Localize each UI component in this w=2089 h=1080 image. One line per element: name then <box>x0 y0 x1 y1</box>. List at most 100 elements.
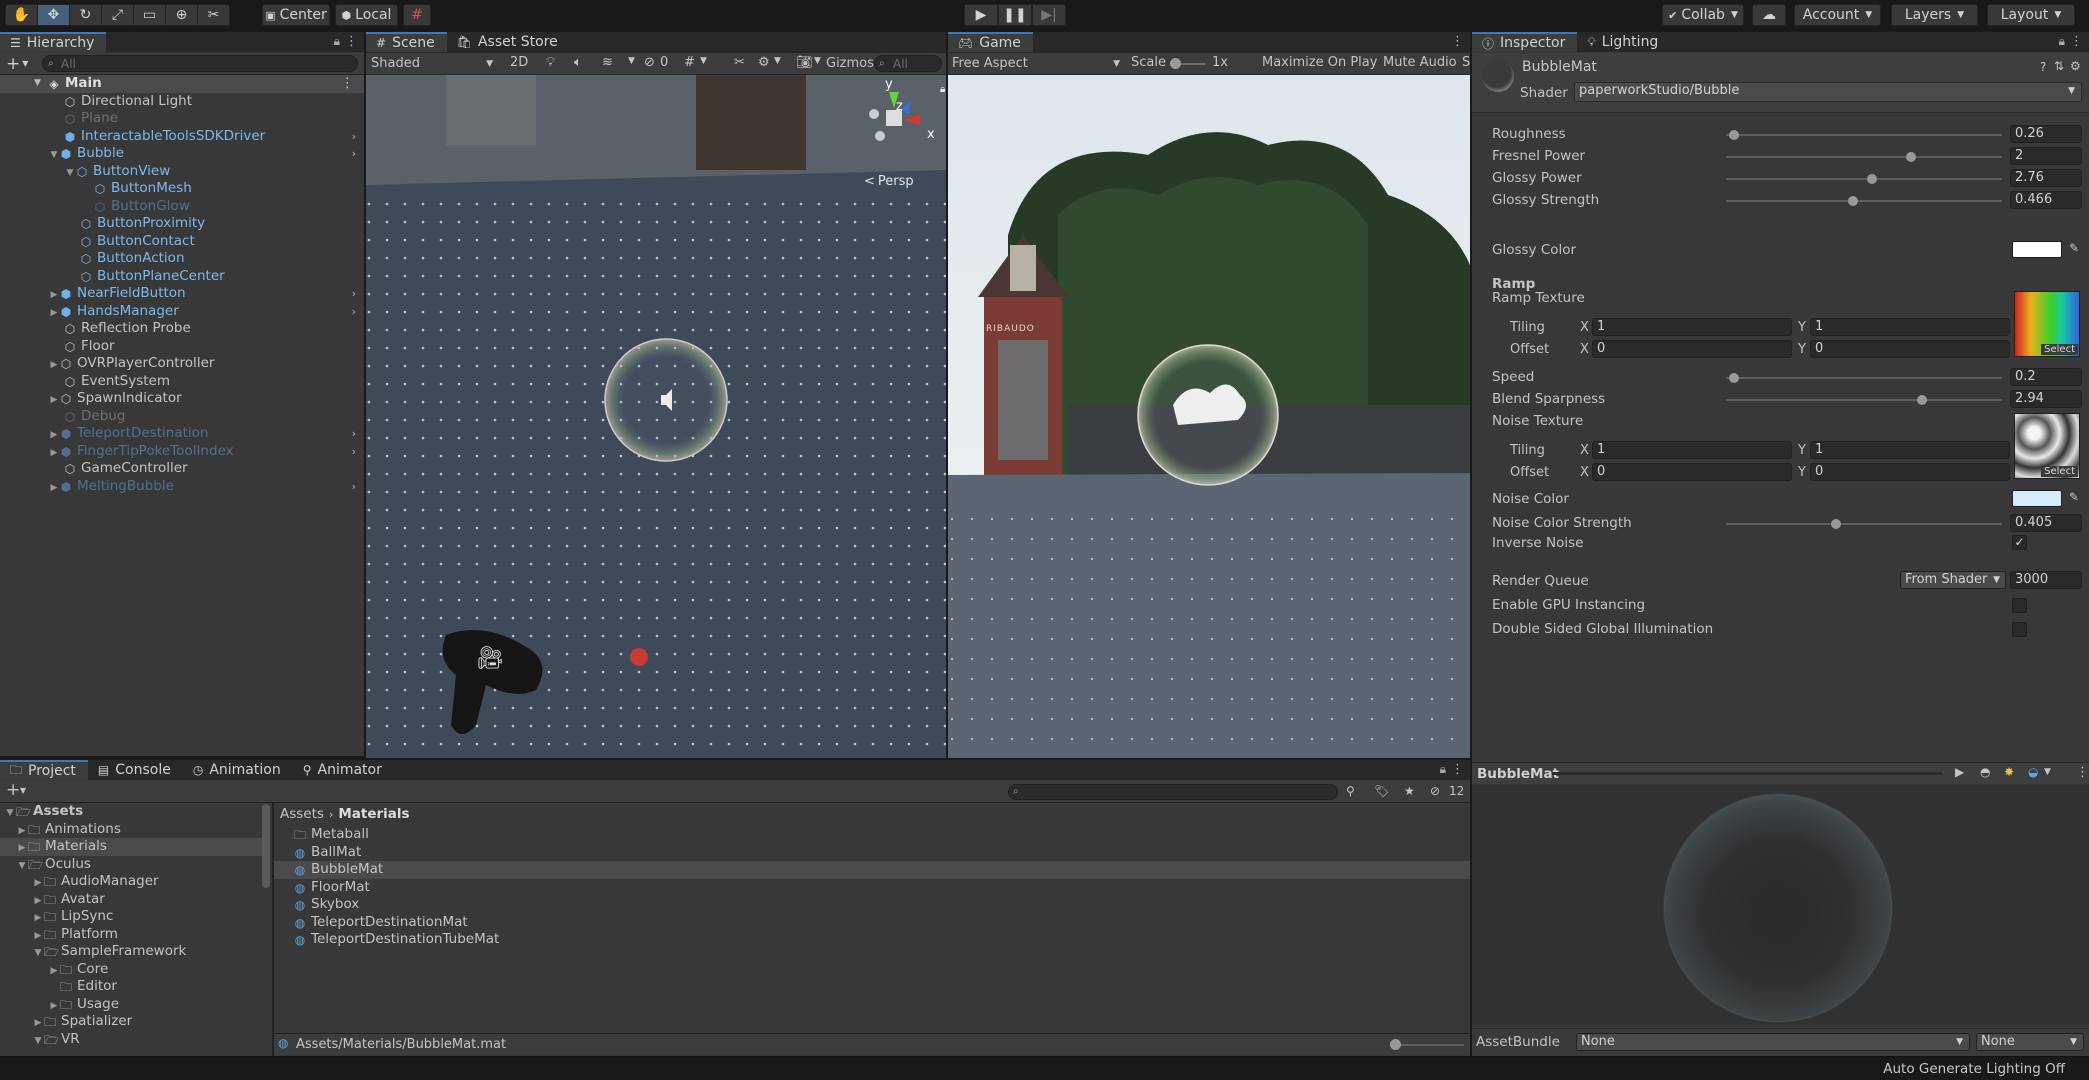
tree-item[interactable]: ⬡ Floor <box>0 338 364 356</box>
tree-item[interactable]: ⬡ EventSystem <box>0 373 364 391</box>
hand-tool-icon[interactable]: ✋ <box>5 4 38 26</box>
tree-item[interactable]: ▼ ⬢ Bubble › <box>0 145 364 163</box>
list-item[interactable]: ◍ TeleportDestinationMat <box>274 914 1470 932</box>
eyedropper-icon[interactable]: ✎ <box>2069 490 2079 504</box>
chevron-down-icon[interactable]: ▼ <box>628 56 635 66</box>
tab-lighting[interactable]: 💡︎ Lighting <box>1577 32 1671 52</box>
tree-item[interactable]: ⬢ InteractableToolsSDKDriver › <box>0 128 364 146</box>
lighting-bulb-icon[interactable]: 💡︎ <box>546 55 555 70</box>
chevron-right-icon[interactable]: › <box>352 443 356 461</box>
tab-console[interactable]: ▤ Console <box>87 760 183 780</box>
chevron-right-icon[interactable]: › <box>352 478 356 496</box>
folder-row[interactable]: ▶ 🗀 AudioManager <box>0 873 262 891</box>
layout-dropdown[interactable]: Layout ▼ <box>1987 4 2075 26</box>
folder-tree-scrollbar[interactable] <box>262 804 270 888</box>
move-tool-icon[interactable]: ✥ <box>37 4 70 26</box>
slider-track[interactable] <box>1726 399 2002 401</box>
property-value-field[interactable]: 0.405 <box>2010 514 2082 532</box>
folder-row[interactable]: ▶ 🗀 Platform <box>0 926 262 944</box>
tree-item[interactable]: ⬡ Directional Light <box>0 93 364 111</box>
chevron-down-icon[interactable]: ▼ <box>700 56 707 66</box>
scene-search-input[interactable]: ⌕ All <box>874 55 942 72</box>
tools-icon[interactable]: ✂ <box>734 55 745 70</box>
gear-icon[interactable]: ⚙ <box>2070 59 2081 73</box>
tab-animator[interactable]: ⚲ Animator <box>292 760 394 780</box>
property-value-field[interactable]: 0.466 <box>2010 191 2082 209</box>
tree-item[interactable]: ⬡ GameController <box>0 460 364 478</box>
noise-color-swatch[interactable] <box>2012 490 2062 507</box>
render-queue-mode-dropdown[interactable]: From Shader ▼ <box>1900 571 2006 589</box>
tree-item[interactable]: ▶ ⬢ HandsManager › <box>0 303 364 321</box>
list-item[interactable]: ◍ FloorMat <box>274 879 1470 897</box>
layers-dropdown[interactable]: Layers ▼ <box>1891 4 1978 26</box>
tree-item[interactable]: ▶ ⬢ TeleportDestination › <box>0 425 364 443</box>
hidden-packages-icon[interactable]: ⊘ <box>1430 784 1440 798</box>
chevron-down-icon[interactable]: ▼ <box>2044 767 2051 777</box>
glossy-color-swatch[interactable] <box>2012 241 2062 258</box>
folder-row[interactable]: ▶ 🗀 Avatar <box>0 891 262 909</box>
double-sided-gi-checkbox[interactable] <box>2012 622 2027 637</box>
list-item[interactable]: ◍ BubbleMat <box>274 861 1470 879</box>
noise-tiling-y-field[interactable]: 1 <box>1810 441 2010 459</box>
tree-item[interactable]: ▶ ⬢ NearFieldButton › <box>0 285 364 303</box>
list-item[interactable]: 🗀 Metaball <box>274 826 1470 844</box>
slider-knob[interactable] <box>1729 130 1740 140</box>
slider-knob[interactable] <box>1729 373 1740 383</box>
hierarchy-search-input[interactable]: ⌕ All <box>42 55 358 72</box>
noise-select-button[interactable]: Select <box>2041 466 2078 477</box>
transform-tool-icon[interactable]: ⊕ <box>165 4 198 26</box>
effects-icon[interactable]: ≋ <box>602 55 613 70</box>
tree-item[interactable]: ⬡ ButtonGlow <box>0 198 364 216</box>
folder-row[interactable]: ▼ 🗁 Assets <box>0 803 262 821</box>
list-item[interactable]: ◍ TeleportDestinationTubeMat <box>274 931 1470 949</box>
inverse-noise-checkbox[interactable]: ✓ <box>2012 535 2027 550</box>
tree-item[interactable]: ▶ ⬡ SpawnIndicator <box>0 390 364 408</box>
pivot-center-button[interactable]: ▣ Center <box>262 4 330 26</box>
property-value-field[interactable]: 0.26 <box>2010 125 2082 143</box>
chevron-right-icon[interactable]: › <box>352 128 356 146</box>
create-plus-icon[interactable]: + <box>6 780 20 800</box>
ramp-tiling-x-field[interactable]: 1 <box>1592 318 1792 336</box>
lock-icon[interactable]: 🔒︎ <box>1440 762 1446 777</box>
noise-tiling-x-field[interactable]: 1 <box>1592 441 1792 459</box>
hidden-objects-eye-icon[interactable]: ⊘ <box>644 55 655 70</box>
fold-open-icon[interactable]: ▼ <box>32 1033 44 1051</box>
pivot-space-button[interactable]: ⬢ Local <box>335 4 398 26</box>
play-button[interactable]: ▶ <box>964 4 998 26</box>
scale-tool-icon[interactable]: ⤢ <box>101 4 134 26</box>
slider-track[interactable] <box>1726 178 2002 180</box>
chevron-down-icon[interactable]: ▼ <box>20 786 26 795</box>
tree-item[interactable]: ⬡ ButtonContact <box>0 233 364 251</box>
rotate-tool-icon[interactable]: ↻ <box>69 4 102 26</box>
scene-row-main[interactable]: ▼ ◈ Main ⋮ <box>0 75 364 93</box>
gizmo-axis-y[interactable]: y <box>885 77 893 92</box>
grid-snap-button[interactable]: # <box>403 4 431 26</box>
chevron-right-icon[interactable]: › <box>352 425 356 443</box>
list-item[interactable]: ◍ BallMat <box>274 844 1470 862</box>
slider-knob[interactable] <box>1847 196 1858 206</box>
tree-item[interactable]: ⬡ ButtonProximity <box>0 215 364 233</box>
chevron-right-icon[interactable]: › <box>352 285 356 303</box>
slider-knob[interactable] <box>1905 152 1916 162</box>
scale-slider-knob[interactable] <box>1170 58 1181 69</box>
tree-item[interactable]: ⬡ Plane <box>0 110 364 128</box>
pause-button[interactable]: ❚❚ <box>998 4 1032 26</box>
property-value-field[interactable]: 2.94 <box>2010 390 2082 408</box>
gizmo-axis-x[interactable]: x <box>927 127 935 142</box>
scene-viewport[interactable]: 🎥︎ y x z 🔒︎ < Persp <box>366 75 946 758</box>
light-toggle-icon[interactable]: ✸ <box>2004 765 2014 779</box>
preset-sliders-icon[interactable]: ⇅ <box>2054 59 2064 73</box>
audio-speaker-icon[interactable]: 🔈︎ <box>574 55 582 70</box>
noise-offset-x-field[interactable]: 0 <box>1592 463 1792 481</box>
shading-mode-dropdown[interactable]: Shaded ▼ <box>371 53 497 74</box>
slider-knob[interactable] <box>1831 519 1842 529</box>
maximize-on-play-toggle[interactable]: Maximize On Play <box>1262 55 1377 70</box>
tab-asset-store[interactable]: 🛍︎ Asset Store <box>446 32 570 52</box>
ramp-offset-x-field[interactable]: 0 <box>1592 340 1792 358</box>
kebab-menu-icon[interactable]: ⋮ <box>2070 34 2083 49</box>
preview-shape-icon[interactable]: ◒ <box>2028 765 2038 779</box>
tree-item[interactable]: ⬡ ButtonPlaneCenter <box>0 268 364 286</box>
gizmo-axis-z[interactable]: z <box>896 99 903 114</box>
material-preview-area[interactable] <box>1472 785 2089 1025</box>
rect-tool-icon[interactable]: ▭ <box>133 4 166 26</box>
